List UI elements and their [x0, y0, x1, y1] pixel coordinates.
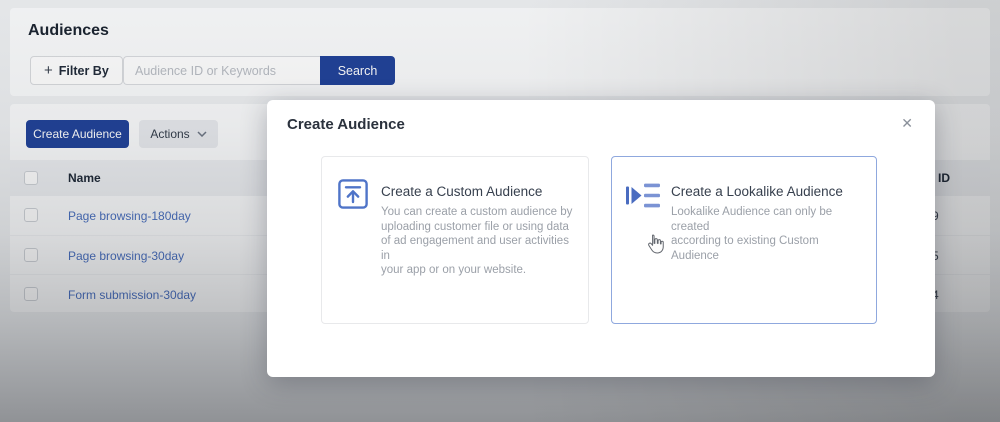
page-title: Audiences [28, 22, 109, 40]
lookalike-audience-card-description: Lookalike Audience can only be created a… [671, 205, 868, 263]
modal-title: Create Audience [287, 116, 405, 133]
close-icon[interactable]: ✕ [901, 116, 913, 130]
search-button[interactable]: Search [320, 56, 395, 85]
upload-icon [338, 179, 368, 214]
audience-name-link[interactable]: Page browsing-30day [68, 249, 184, 263]
chevron-down-icon [197, 131, 207, 137]
create-lookalike-audience-card[interactable]: Create a Lookalike Audience Lookalike Au… [611, 156, 877, 324]
row-checkbox[interactable] [24, 208, 38, 222]
column-header-name: Name [68, 171, 101, 185]
select-all-checkbox[interactable] [24, 171, 38, 185]
row-checkbox[interactable] [24, 248, 38, 262]
lookalike-list-icon [626, 182, 660, 214]
lookalike-audience-card-title: Create a Lookalike Audience [671, 184, 843, 199]
filter-by-button[interactable]: + Filter By [30, 56, 123, 85]
column-header-id: ID [938, 171, 950, 185]
create-audience-modal: Create Audience ✕ Create a Custom Audien… [267, 100, 935, 377]
actions-dropdown-button[interactable]: Actions [139, 120, 218, 148]
row-checkbox[interactable] [24, 287, 38, 301]
audiences-header-panel: Audiences + Filter By Search [10, 8, 990, 96]
filter-by-label: Filter By [59, 64, 109, 78]
audience-name-link[interactable]: Form submission-30day [68, 288, 196, 302]
plus-icon: + [44, 63, 53, 78]
screen: Audiences + Filter By Search Create Audi… [0, 0, 1000, 422]
audience-name-link[interactable]: Page browsing-180day [68, 209, 191, 223]
create-audience-button[interactable]: Create Audience [26, 120, 129, 148]
search-input[interactable] [123, 56, 320, 85]
create-custom-audience-card[interactable]: Create a Custom Audience You can create … [321, 156, 589, 324]
custom-audience-card-description: You can create a custom audience by uplo… [381, 205, 578, 278]
hand-cursor-icon [644, 233, 664, 262]
actions-label: Actions [150, 127, 189, 141]
custom-audience-card-title: Create a Custom Audience [381, 184, 542, 199]
